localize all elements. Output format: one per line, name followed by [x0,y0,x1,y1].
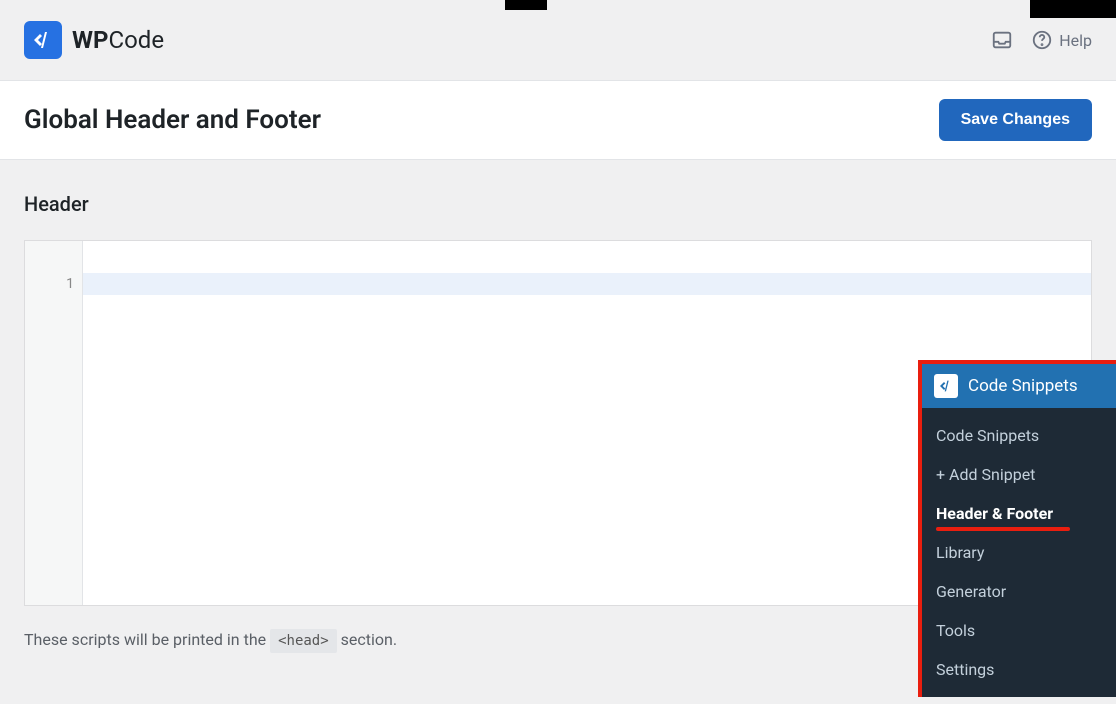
save-changes-button[interactable]: Save Changes [939,99,1092,141]
head-tag-code: <head> [270,629,337,653]
decoration-block [505,0,547,10]
header-section-title: Header [24,192,1092,216]
line-number: 1 [25,273,82,295]
sidebar-item-settings[interactable]: Settings [922,650,1116,689]
page-title: Global Header and Footer [24,105,321,135]
submenu-title: Code Snippets [968,376,1078,396]
title-bar: Global Header and Footer Save Changes [0,80,1116,160]
sidebar-item-library[interactable]: Library [922,533,1116,572]
active-underline [936,527,1070,531]
sidebar-item-header-footer[interactable]: Header & Footer [922,494,1116,533]
top-bar: WPCode Help [0,0,1116,80]
top-actions: Help [991,29,1092,51]
code-snippets-icon [934,374,958,398]
decoration-block [1030,0,1116,18]
submenu-items: Code Snippets + Add Snippet Header & Foo… [922,408,1116,697]
brand-name: WPCode [72,26,164,54]
sidebar-item-generator[interactable]: Generator [922,572,1116,611]
help-label: Help [1059,31,1092,50]
sidebar-item-add-snippet[interactable]: + Add Snippet [922,455,1116,494]
sidebar-item-tools[interactable]: Tools [922,611,1116,650]
wpcode-logo-icon [24,21,62,59]
help-button[interactable]: Help [1031,29,1092,51]
sidebar-item-code-snippets[interactable]: Code Snippets [922,416,1116,455]
admin-submenu-popup: Code Snippets Code Snippets + Add Snippe… [918,360,1116,697]
brand-logo[interactable]: WPCode [24,21,164,59]
submenu-header[interactable]: Code Snippets [922,364,1116,408]
editor-gutter: 1 [25,241,83,605]
inbox-button[interactable] [991,29,1013,51]
